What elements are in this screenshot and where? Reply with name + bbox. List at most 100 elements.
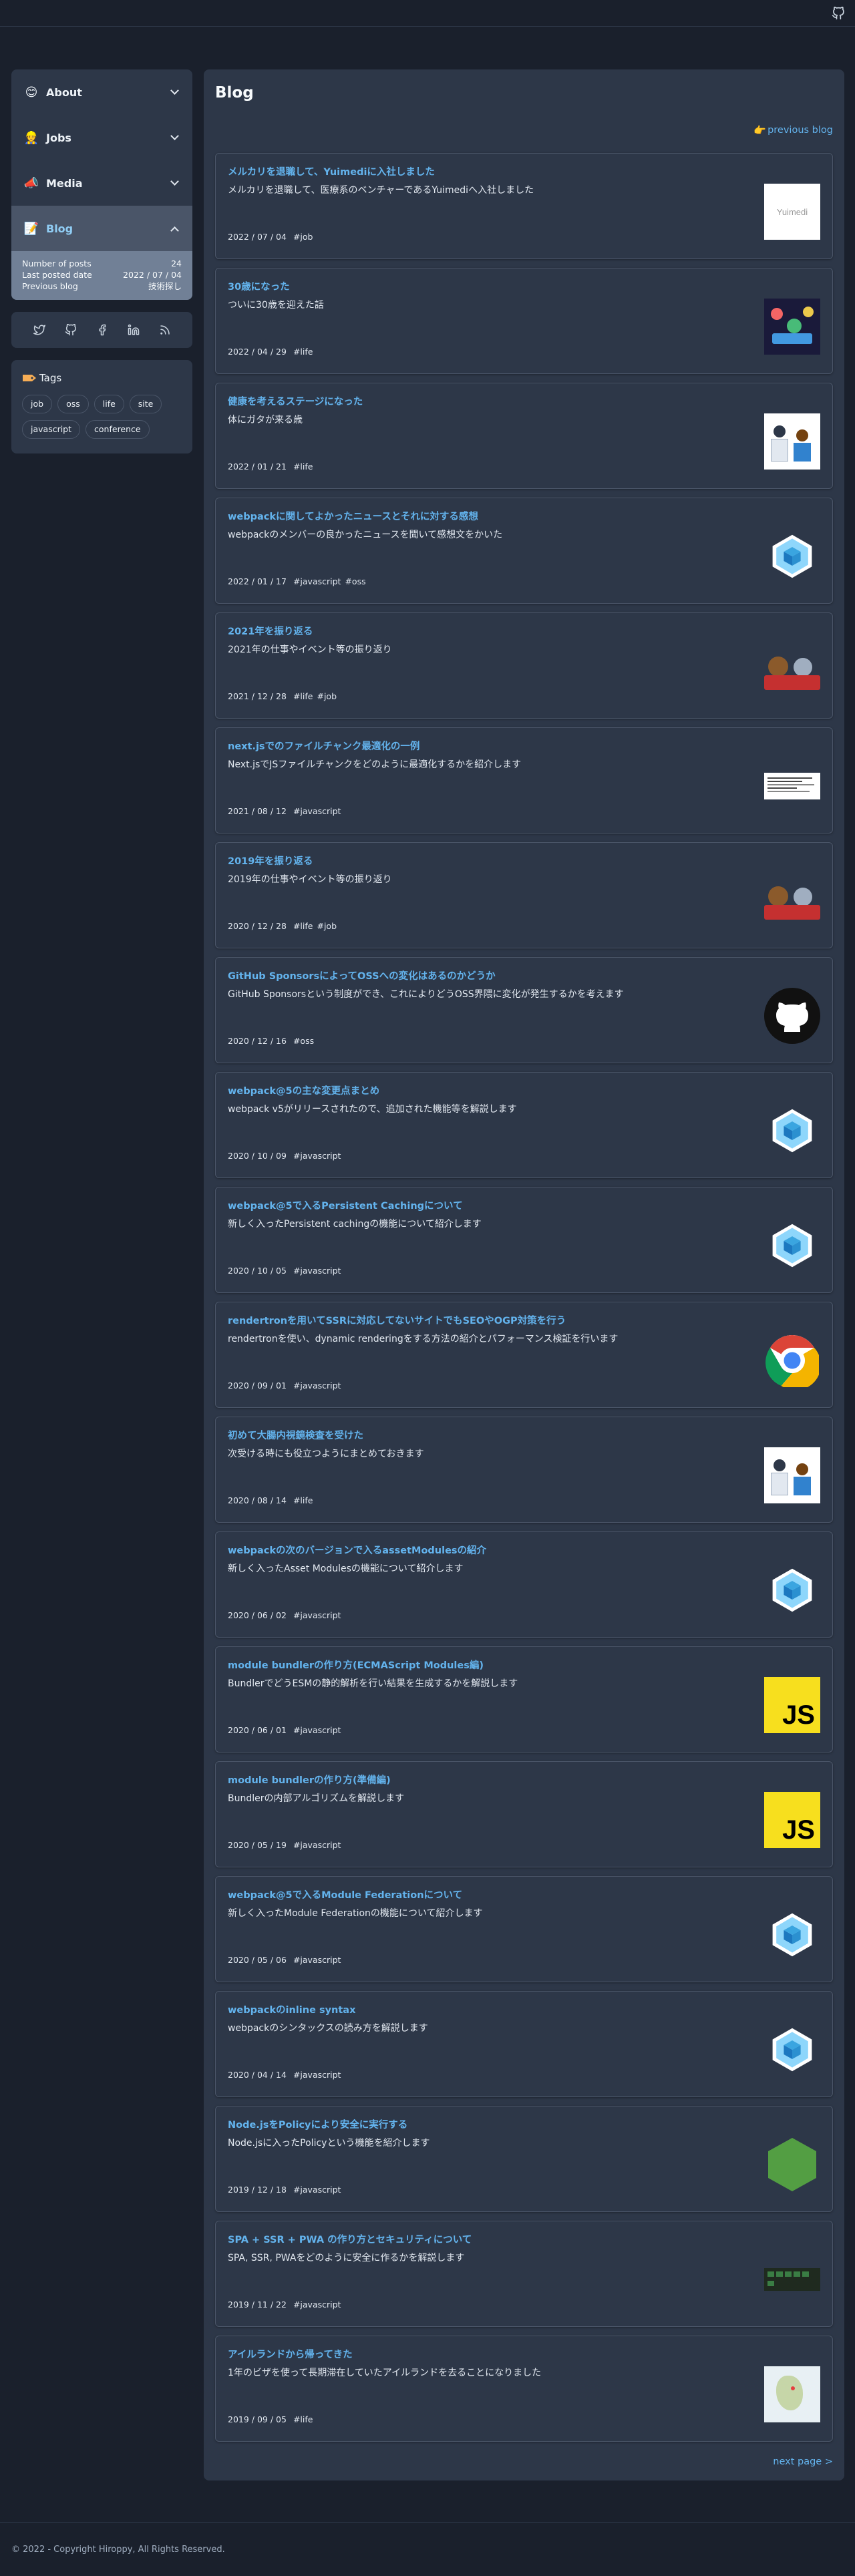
post-title-link[interactable]: webpackの次のバージョンで入るassetModulesの紹介: [228, 1543, 486, 1557]
post-card[interactable]: 30歳になった ついに30歳を迎えた話 2022 / 04 / 29 #life: [215, 268, 833, 374]
post-tag[interactable]: #javascript: [293, 1840, 341, 1850]
post-title-link[interactable]: 初めて大腸内視鏡検査を受けた: [228, 1428, 363, 1442]
post-tag[interactable]: #life: [293, 347, 313, 357]
post-date: 2020 / 05 / 19: [228, 1840, 287, 1850]
blog-detail-label: Last posted date: [22, 270, 92, 280]
post-tag[interactable]: #javascript: [293, 806, 341, 816]
post-tag[interactable]: #oss: [293, 1036, 314, 1046]
post-card[interactable]: アイルランドから帰ってきた 1年のビザを使って長期滞在していたアイルランドを去るこ…: [215, 2336, 833, 2442]
post-tag[interactable]: #javascript: [293, 576, 341, 586]
nodejs-logo: [764, 2137, 820, 2193]
post-tag[interactable]: #javascript: [293, 1955, 341, 1965]
post-title-link[interactable]: 健康を考えるステージになった: [228, 394, 363, 408]
post-card[interactable]: SPA + SSR + PWA の作り方とセキュリティについて SPA, SSR,…: [215, 2221, 833, 2327]
github-icon[interactable]: [63, 322, 79, 338]
post-tag[interactable]: #life: [293, 691, 313, 701]
post-tag[interactable]: #javascript: [293, 2299, 341, 2310]
post-card[interactable]: webpack@5で入るModule Federationについて新しく入ったM…: [215, 1876, 833, 1982]
post-card[interactable]: next.jsでのファイルチャンク最適化の一例 Next.jsでJSファイルチャン…: [215, 727, 833, 834]
post-title-link[interactable]: GitHub SponsorsによってOSSへの変化はあるのかどうか: [228, 968, 496, 982]
yuimedi-logo: Yuimedi: [764, 184, 820, 240]
post-tag[interactable]: #javascript: [293, 1725, 341, 1735]
post-tag[interactable]: #javascript: [293, 2185, 341, 2195]
sidebar-item-jobs[interactable]: 👷 Jobs: [11, 115, 192, 160]
post-title-link[interactable]: webpack@5の主な変更点まとめ: [228, 1083, 379, 1097]
post-card[interactable]: 2021年を振り返る 2021年の仕事やイベント等の振り返り 2021 / 12 /…: [215, 612, 833, 719]
main-content: Blog 👉 previous blog メルカリを退職して、Yuimediに入…: [204, 69, 844, 2480]
post-description: 新しく入ったModule Federationの機能について紹介します: [228, 1908, 483, 1919]
tags-title-label: Tags: [39, 372, 62, 384]
post-tag[interactable]: #javascript: [293, 1151, 341, 1161]
tag-chip[interactable]: javascript: [22, 420, 81, 439]
post-tag[interactable]: #life: [293, 462, 313, 472]
post-title-link[interactable]: webpack@5で入るModule Federationについて: [228, 1887, 462, 1901]
post-meta: 2022 / 07 / 04 #job: [228, 232, 317, 242]
post-card[interactable]: webpackの次のバージョンで入るassetModulesの紹介 新しく入ったA…: [215, 1531, 833, 1638]
post-title-link[interactable]: rendertronを用いてSSRに対応してないサイトでもSEOやOGP対策を行…: [228, 1313, 566, 1327]
sidebar-item-about[interactable]: 😊 About: [11, 69, 192, 115]
post-card[interactable]: webpackに関してよかったニュースとそれに対する感想 webpackのメンバー…: [215, 498, 833, 604]
post-title-link[interactable]: 2019年を振り返る: [228, 854, 313, 868]
tag-chip[interactable]: job: [22, 395, 53, 413]
post-card[interactable]: module bundlerの作り方(ECMAScript Modules編) B…: [215, 1646, 833, 1753]
sidebar-item-blog[interactable]: 📝 Blog: [11, 206, 192, 251]
post-description: 新しく入ったAsset Modulesの機能について紹介します: [228, 1563, 464, 1574]
post-card[interactable]: webpack@5で入るPersistent Cachingについて 新しく入った…: [215, 1187, 833, 1293]
sidebar-item-media[interactable]: 📣 Media: [11, 160, 192, 206]
post-date: 2021 / 08 / 12: [228, 806, 287, 816]
sidebar-item-label: About: [46, 85, 82, 99]
tag-chip[interactable]: oss: [57, 395, 89, 413]
post-title-link[interactable]: module bundlerの作り方(ECMAScript Modules編): [228, 1658, 484, 1672]
post-title-link[interactable]: module bundlerの作り方(準備編): [228, 1773, 391, 1787]
post-title-link[interactable]: メルカリを退職して、Yuimediに入社しました: [228, 164, 435, 178]
tag-chip[interactable]: conference: [86, 420, 150, 439]
post-meta: 2020 / 10 / 05 #javascript: [228, 1266, 345, 1276]
webpack-logo: [764, 528, 820, 584]
post-card[interactable]: Node.jsをPolicyにより安全に実行する Node.jsに入ったPolic…: [215, 2106, 833, 2212]
post-tag[interactable]: #javascript: [293, 1381, 341, 1391]
next-page-link[interactable]: next page >: [773, 2456, 833, 2467]
post-tag[interactable]: #javascript: [293, 1610, 341, 1620]
post-tag[interactable]: #job: [317, 921, 337, 931]
post-card[interactable]: 2019年を振り返る 2019年の仕事やイベント等の振り返り 2020 / 12 /…: [215, 842, 833, 948]
previous-blog-link[interactable]: 👉 previous blog: [753, 124, 833, 136]
github-icon[interactable]: [831, 6, 846, 21]
post-tag[interactable]: #job: [317, 691, 337, 701]
post-meta: 2019 / 09 / 05 #life: [228, 2414, 317, 2424]
post-tag[interactable]: #life: [293, 921, 313, 931]
post-card[interactable]: 初めて大腸内視鏡検査を受けた 次受ける時にも役立つようにまとめておきます 2020 …: [215, 1417, 833, 1523]
post-meta: 2020 / 09 / 01 #javascript: [228, 1381, 345, 1391]
code-screenshot: [764, 758, 820, 814]
post-card[interactable]: webpackのinline syntax webpackのシンタックスの読み方を…: [215, 1991, 833, 2097]
post-title-link[interactable]: 30歳になった: [228, 279, 290, 293]
post-tag[interactable]: #javascript: [293, 1266, 341, 1276]
post-title-link[interactable]: webpack@5で入るPersistent Cachingについて: [228, 1198, 463, 1212]
sidebar-item-label: Media: [46, 176, 83, 190]
twitter-icon[interactable]: [31, 322, 47, 338]
post-card[interactable]: メルカリを退職して、Yuimediに入社しました メルカリを退職して、医療系のベン…: [215, 153, 833, 259]
post-tag[interactable]: #job: [293, 232, 313, 242]
post-title-link[interactable]: webpackのinline syntax: [228, 2002, 355, 2016]
post-card[interactable]: webpack@5の主な変更点まとめ webpack v5がリリースされたので、追…: [215, 1072, 833, 1178]
post-title-link[interactable]: 2021年を振り返る: [228, 624, 313, 638]
post-tag[interactable]: #life: [293, 1495, 313, 1505]
post-card[interactable]: GitHub SponsorsによってOSSへの変化はあるのかどうか GitHub…: [215, 957, 833, 1063]
post-card[interactable]: 健康を考えるステージになった 体にガタが来る歳 2022 / 01 / 21 #lif…: [215, 383, 833, 489]
post-tag[interactable]: #life: [293, 2414, 313, 2424]
post-title-link[interactable]: アイルランドから帰ってきた: [228, 2347, 353, 2361]
post-title-link[interactable]: Node.jsをPolicyにより安全に実行する: [228, 2117, 407, 2131]
blog-detail-value[interactable]: 技術探し: [148, 281, 182, 292]
post-title-link[interactable]: SPA + SSR + PWA の作り方とセキュリティについて: [228, 2232, 472, 2246]
tag-chip[interactable]: site: [129, 395, 162, 413]
post-title-link[interactable]: next.jsでのファイルチャンク最適化の一例: [228, 739, 419, 753]
facebook-icon[interactable]: [94, 322, 110, 338]
linkedin-icon[interactable]: [126, 322, 142, 338]
tag-chip[interactable]: life: [94, 395, 124, 413]
rss-icon[interactable]: [157, 322, 173, 338]
post-card[interactable]: rendertronを用いてSSRに対応してないサイトでもSEOやOGP対策を行…: [215, 1302, 833, 1408]
github-logo: [764, 988, 820, 1044]
post-tag[interactable]: #oss: [345, 576, 365, 586]
post-tag[interactable]: #javascript: [293, 2070, 341, 2080]
post-card[interactable]: module bundlerの作り方(準備編) Bundlerの内部アルゴリズムを…: [215, 1761, 833, 1867]
post-title-link[interactable]: webpackに関してよかったニュースとそれに対する感想: [228, 509, 478, 523]
